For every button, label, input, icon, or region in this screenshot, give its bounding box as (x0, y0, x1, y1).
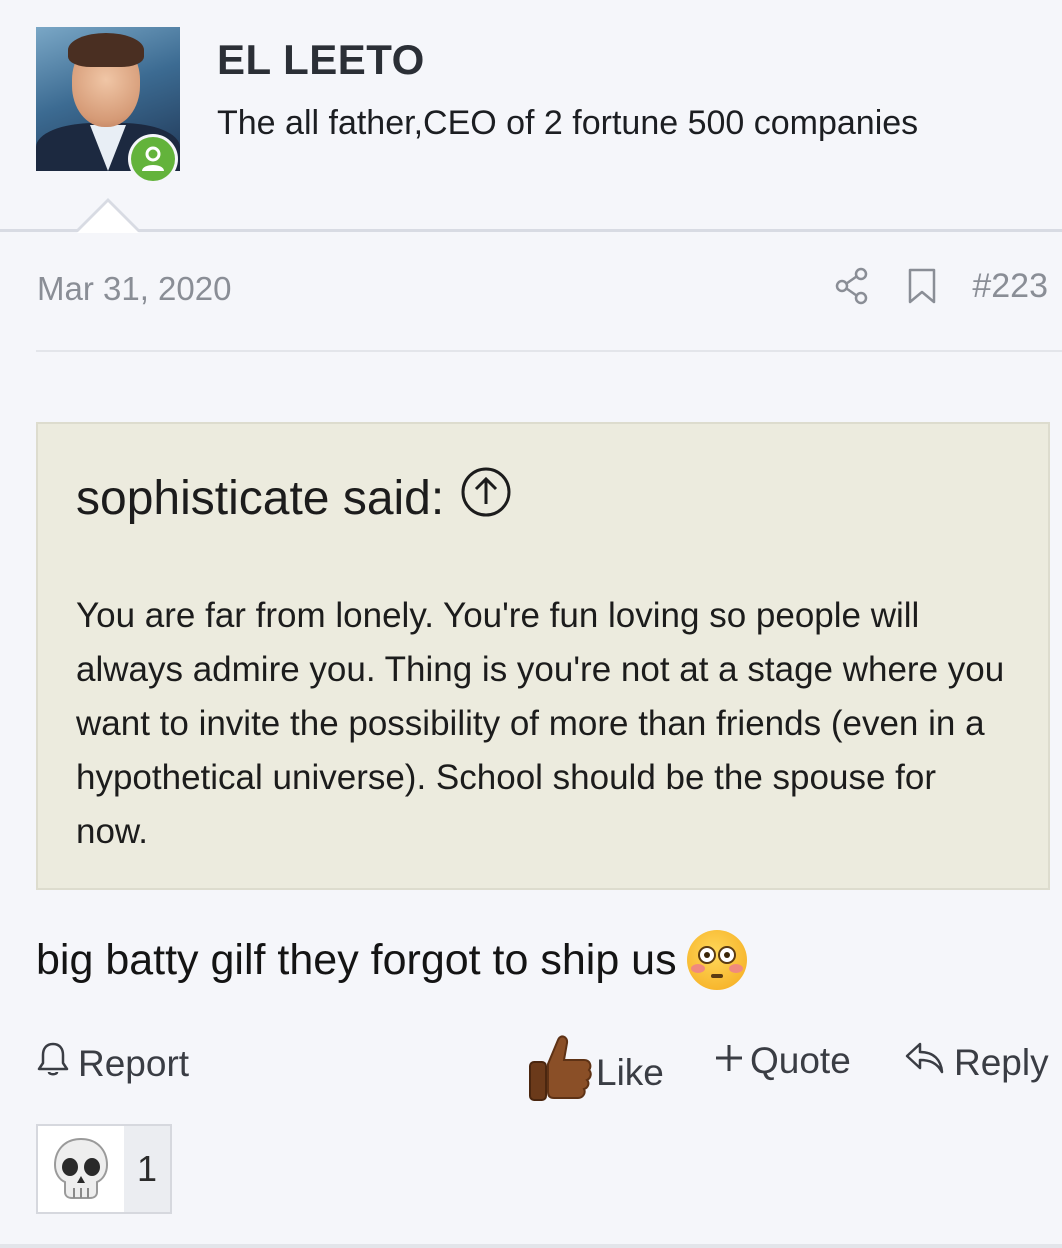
reaction-summary[interactable]: 1 (36, 1124, 172, 1214)
reaction-count: 1 (136, 1148, 158, 1189)
post-message: big batty gilf they forgot to ship us (36, 930, 747, 990)
flushed-mouth (710, 974, 723, 978)
thumbs-up-icon (524, 1030, 596, 1115)
meta-divider (36, 350, 1062, 352)
report-label: Report (78, 1042, 190, 1084)
username[interactable]: EL LEETO (217, 36, 425, 84)
post-action-bar: Report Like Quote Reply (36, 1030, 1050, 1101)
flushed-eye-left (697, 946, 716, 964)
flushed-cheek-left (690, 964, 705, 973)
like-label: Like (596, 1051, 664, 1093)
reply-label: Reply (954, 1041, 1049, 1083)
reply-button[interactable]: Reply (904, 1040, 1049, 1085)
reply-arrow-icon (904, 1040, 946, 1085)
user-title: The all father,CEO of 2 fortune 500 comp… (217, 104, 919, 142)
like-button[interactable]: Like (524, 1030, 664, 1115)
post-number[interactable]: #223 (972, 267, 1048, 306)
post-bottom-divider (0, 1244, 1062, 1248)
quote-text: You are far from lonely. You're fun lovi… (76, 596, 1005, 851)
report-button[interactable]: Report (36, 1040, 189, 1087)
flushed-face-icon (686, 930, 747, 990)
post-date[interactable]: Mar 31, 2020 (37, 270, 231, 308)
quote-block: sophisticate said: You are far from lone… (36, 422, 1050, 890)
flushed-eye-right (717, 946, 736, 964)
share-icon[interactable] (832, 264, 872, 308)
online-user-icon (131, 137, 175, 181)
post-meta-actions: #223 (832, 264, 1048, 308)
bookmark-icon[interactable] (902, 264, 942, 308)
user-header: EL LEETO The all father,CEO of 2 fortune… (0, 0, 1062, 232)
online-status-badge (128, 134, 178, 184)
quote-label: Quote (750, 1040, 851, 1081)
skull-icon (38, 1126, 124, 1212)
flushed-cheek-right (728, 964, 743, 973)
bell-icon (36, 1040, 70, 1087)
quote-attribution[interactable]: sophisticate said: (76, 466, 512, 530)
avatar-hair (68, 33, 144, 67)
jump-to-quote-icon[interactable] (460, 466, 512, 530)
quote-author-label: sophisticate said: (76, 471, 445, 525)
quote-button[interactable]: Quote (714, 1040, 851, 1082)
post-message-text: big batty gilf they forgot to ship us (36, 935, 677, 984)
message-pointer-inner (77, 202, 139, 233)
plus-icon (714, 1040, 744, 1082)
